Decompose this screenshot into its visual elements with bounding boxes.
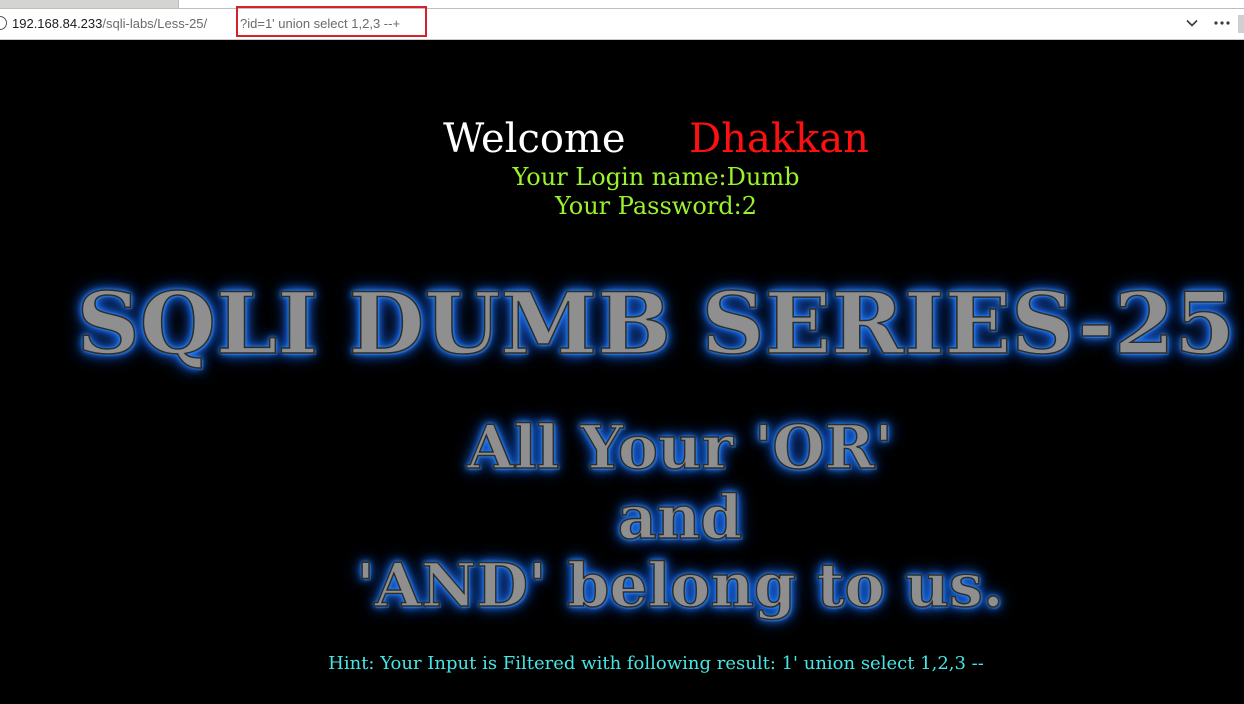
site-info-icon[interactable] — [0, 16, 7, 30]
url-path: /sqli-labs/Less-25/ — [102, 16, 208, 31]
welcome-word: Welcome — [443, 116, 626, 162]
toolbar-overflow-edge — [1238, 15, 1244, 33]
password-text: Your Password:2 — [555, 192, 757, 220]
banner-line-2: and — [617, 483, 743, 553]
url-highlight-box — [236, 6, 427, 37]
address-bar[interactable]: 192.168.84.233/sqli-labs/Less-25/ ?id=1'… — [0, 6, 1244, 40]
banner-title-image: SQLI DUMB SERIES-25 — [76, 274, 1236, 373]
url-text[interactable]: 192.168.84.233/sqli-labs/Less-25/ — [12, 16, 207, 32]
login-name-text: Your Login name:Dumb — [512, 163, 800, 191]
welcome-name: Dhakkan — [689, 116, 869, 162]
banner-line-3: 'AND' belong to us. — [356, 551, 1005, 621]
hint-text: Hint: Your Input is Filtered with follow… — [328, 653, 984, 674]
welcome-heading: Welcome Dhakkan — [0, 114, 1244, 164]
tab-strip — [0, 0, 1244, 9]
chevron-down-icon[interactable] — [1185, 16, 1199, 30]
page-body: Welcome Dhakkan Your Login name:Dumb You… — [0, 40, 1244, 704]
url-host: 192.168.84.233 — [12, 16, 103, 31]
more-actions-icon[interactable] — [1213, 17, 1231, 29]
banner-line-1: All Your 'OR' — [466, 413, 893, 483]
